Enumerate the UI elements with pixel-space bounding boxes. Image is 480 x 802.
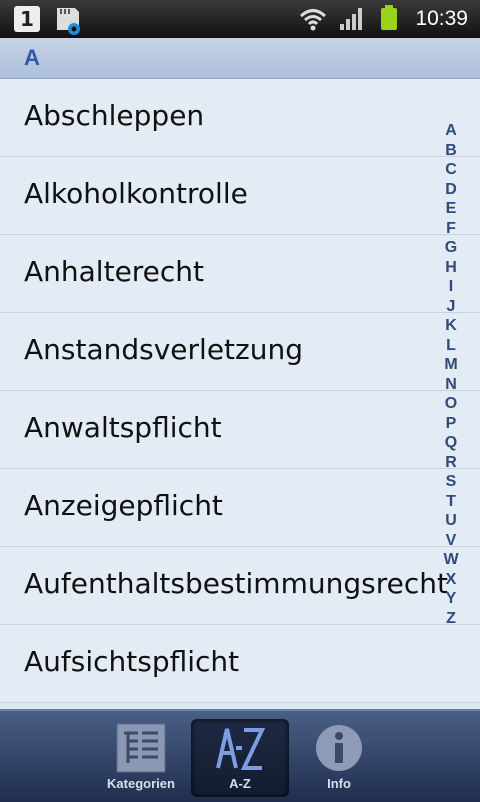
index-letter[interactable]: M: [440, 355, 462, 375]
list-item[interactable]: Alkoholkontrolle: [0, 157, 480, 235]
info-icon: [314, 723, 364, 773]
list-item-label: Anstandsverletzung: [24, 333, 303, 366]
battery-icon: [378, 0, 400, 38]
index-letter[interactable]: I: [440, 277, 462, 297]
index-letter[interactable]: B: [440, 141, 462, 161]
index-letter[interactable]: W: [440, 550, 462, 570]
term-list: Abschleppen Alkoholkontrolle Anhalterech…: [0, 79, 480, 703]
section-header-letter: A: [24, 45, 40, 70]
index-letter[interactable]: Q: [440, 433, 462, 453]
list-item[interactable]: Abschleppen: [0, 79, 480, 157]
index-letter[interactable]: X: [440, 570, 462, 590]
list-item[interactable]: Aufsichtspflicht: [0, 625, 480, 703]
list-item-label: Anwaltspflicht: [24, 411, 222, 444]
index-letter[interactable]: H: [440, 258, 462, 278]
wifi-icon: [298, 0, 328, 38]
index-letter[interactable]: K: [440, 316, 462, 336]
index-letter[interactable]: O: [440, 394, 462, 414]
list-item[interactable]: Aufenthaltsbestimmungsrecht: [0, 547, 480, 625]
clock: 10:39: [415, 7, 468, 30]
signal-icon: [338, 0, 366, 38]
index-letter[interactable]: P: [440, 414, 462, 434]
index-letter[interactable]: F: [440, 219, 462, 239]
index-letter[interactable]: J: [440, 297, 462, 317]
list-item-label: Aufsichtspflicht: [24, 645, 240, 678]
alphabet-index[interactable]: ABCDEFGHIJKLMNOPQRSTUVWXYZ: [440, 121, 462, 628]
notification-badge: 1: [20, 7, 34, 31]
tab-label: Kategorien: [107, 776, 175, 791]
list-item-label: Alkoholkontrolle: [24, 177, 248, 210]
status-bar: 1 10:39: [0, 0, 480, 38]
tab-label: A-Z: [229, 776, 251, 791]
list-item-label: Aufenthaltsbestimmungsrecht: [24, 567, 448, 600]
section-header: A: [0, 38, 480, 79]
tab-kategorien[interactable]: Kategorien: [92, 719, 190, 797]
list-item[interactable]: Anwaltspflicht: [0, 391, 480, 469]
list-item[interactable]: Anhalterecht: [0, 235, 480, 313]
categories-icon: [116, 723, 166, 773]
index-letter[interactable]: T: [440, 492, 462, 512]
notification-count-icon[interactable]: 1: [14, 6, 40, 32]
index-letter[interactable]: L: [440, 336, 462, 356]
list-item[interactable]: Anzeigepflicht: [0, 469, 480, 547]
index-letter[interactable]: E: [440, 199, 462, 219]
index-letter[interactable]: D: [440, 180, 462, 200]
index-letter[interactable]: C: [440, 160, 462, 180]
index-letter[interactable]: V: [440, 531, 462, 551]
list-item[interactable]: Anstandsverletzung: [0, 313, 480, 391]
index-letter[interactable]: G: [440, 238, 462, 258]
az-icon: [215, 723, 266, 773]
list-item-label: Abschleppen: [24, 99, 205, 132]
tab-a-z[interactable]: A-Z: [191, 719, 289, 797]
index-letter[interactable]: Z: [440, 609, 462, 629]
sd-card-settings-icon[interactable]: [55, 6, 81, 35]
index-letter[interactable]: R: [440, 453, 462, 473]
tab-label: Info: [327, 776, 351, 791]
list-item-label: Anhalterecht: [24, 255, 205, 288]
bottom-tab-bar: Kategorien A-Z Info: [0, 709, 480, 802]
index-letter[interactable]: U: [440, 511, 462, 531]
index-letter[interactable]: A: [440, 121, 462, 141]
index-letter[interactable]: Y: [440, 589, 462, 609]
tab-info[interactable]: Info: [290, 719, 388, 797]
list-item-label: Anzeigepflicht: [24, 489, 223, 522]
index-letter[interactable]: S: [440, 472, 462, 492]
index-letter[interactable]: N: [440, 375, 462, 395]
